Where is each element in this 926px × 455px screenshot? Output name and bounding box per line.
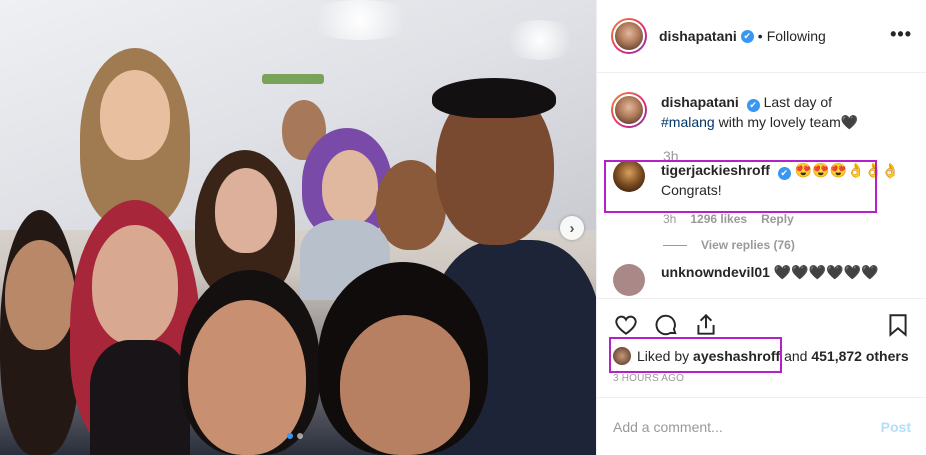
comment-time[interactable]: 3h [663, 212, 676, 226]
carousel-indicator [287, 433, 303, 439]
heart-icon[interactable] [613, 312, 639, 338]
person-face [322, 150, 378, 225]
likes-conjunction: and [784, 348, 808, 364]
carousel-dot [297, 433, 303, 439]
caption-text: dishapatani ✔ Last day of #malang with m… [661, 92, 881, 132]
wall-hook [262, 74, 324, 84]
ceiling-light [500, 20, 580, 60]
verified-badge-icon: ✔ [746, 99, 760, 112]
author-avatar[interactable] [611, 18, 647, 54]
caption-text-after: with my lovely team🖤 [718, 114, 859, 130]
caption-username[interactable]: dishapatani [661, 94, 739, 110]
post-side-panel: dishapatani ✔ • Following ••• dishapatan… [596, 0, 926, 455]
comment-input[interactable] [613, 418, 881, 435]
bookmark-icon[interactable] [885, 312, 911, 338]
action-icons-row [613, 311, 911, 339]
author-avatar[interactable] [611, 92, 647, 128]
comment-likes[interactable]: 1296 likes [690, 212, 747, 226]
person-hair [432, 78, 556, 118]
person-face [188, 300, 306, 455]
add-comment-bar: Post [597, 397, 926, 455]
view-replies-button[interactable]: View replies (76) [663, 238, 913, 252]
share-icon[interactable] [693, 312, 719, 338]
comment-icon[interactable] [653, 312, 679, 338]
more-options-icon[interactable]: ••• [890, 25, 912, 43]
post-comment-button[interactable]: Post [881, 419, 911, 435]
verified-badge-icon: ✔ [740, 29, 754, 43]
post-timestamp[interactable]: 3 HOURS AGO [613, 373, 911, 384]
post-photo[interactable]: › [0, 0, 596, 455]
person-face [340, 315, 470, 455]
person-face [100, 70, 170, 160]
person-face [5, 240, 75, 350]
post-header: dishapatani ✔ • Following ••• [597, 0, 926, 73]
reply-button[interactable]: Reply [761, 212, 794, 226]
carousel-dot-active [287, 433, 293, 439]
commenter-username[interactable]: unknowndevil01 [661, 264, 770, 280]
hashtag-link[interactable]: #malang [661, 114, 715, 130]
comment-meta: 3h 1296 likes Reply [663, 212, 913, 226]
person-face [215, 168, 277, 253]
replies-divider [663, 244, 687, 246]
comment-emojis: 🖤🖤🖤🖤🖤🖤 [773, 264, 879, 280]
ceiling-light [300, 0, 420, 40]
following-button[interactable]: Following [767, 28, 826, 44]
comment-like-heart-icon[interactable]: ♡ [884, 168, 895, 182]
chevron-right-icon: › [569, 219, 575, 237]
caption-text-before: Last day of [763, 94, 833, 110]
person-shirt [90, 340, 190, 455]
highlight-box-comment [604, 160, 877, 213]
comment-item: unknowndevil01 🖤🖤🖤🖤🖤🖤 [611, 264, 913, 296]
highlight-box-liked-by [609, 337, 782, 373]
author-username[interactable]: dishapatani [659, 28, 737, 44]
person-face [92, 225, 178, 345]
likes-count[interactable]: 451,872 others [811, 348, 908, 364]
separator-dot: • [757, 28, 763, 44]
caption: dishapatani ✔ Last day of #malang with m… [611, 92, 913, 132]
commenter-avatar[interactable] [613, 264, 645, 296]
next-photo-button[interactable]: › [560, 216, 584, 240]
view-replies-label: View replies (76) [701, 238, 795, 252]
